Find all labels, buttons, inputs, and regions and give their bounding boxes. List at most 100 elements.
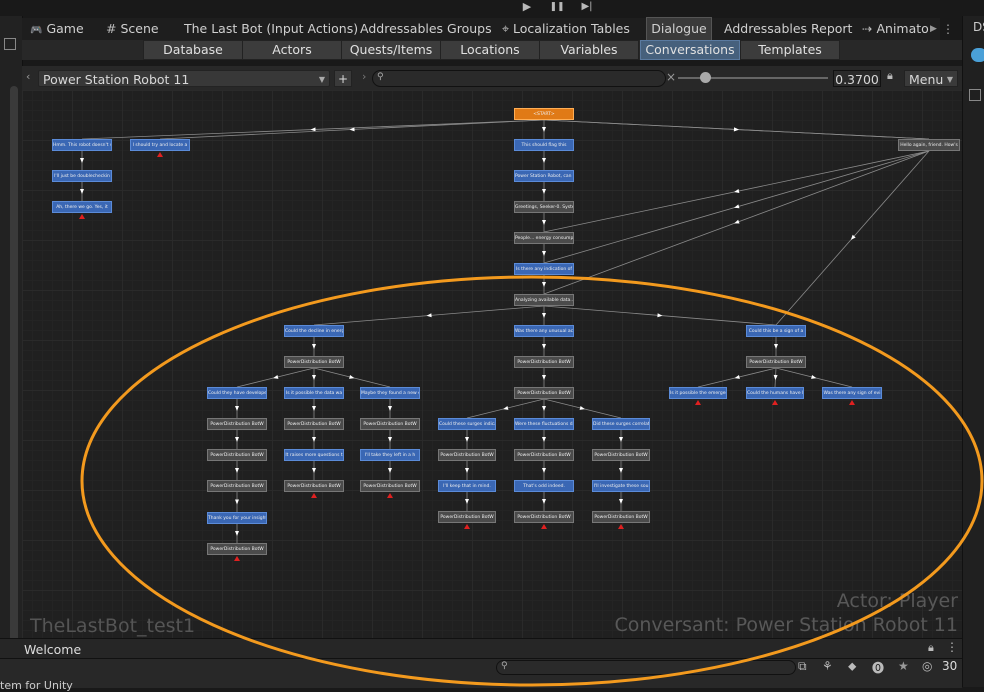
npc-dialogue-node[interactable]: PowerDistribution BotW xyxy=(592,449,650,461)
npc-dialogue-node[interactable]: PowerDistribution BotW xyxy=(207,480,267,492)
npc-dialogue-node[interactable]: PowerDistribution BotW xyxy=(514,387,574,399)
star-icon[interactable]: ★ xyxy=(898,659,909,673)
player-dialogue-node[interactable]: Is it possible the data wa xyxy=(284,387,344,399)
player-dialogue-node[interactable]: I should try and locate a xyxy=(130,139,190,151)
start-node[interactable]: <START> xyxy=(514,108,574,120)
player-dialogue-node[interactable]: Maybe they found a new ene xyxy=(360,387,420,399)
npc-dialogue-node[interactable]: PowerDistribution BotW xyxy=(360,418,420,430)
npc-dialogue-node[interactable]: PowerDistribution BotW xyxy=(438,511,496,523)
prev-conversation-arrow-icon[interactable]: ‹ xyxy=(26,70,30,83)
npc-dialogue-node[interactable]: PowerDistribution BotW xyxy=(592,511,650,523)
npc-dialogue-node[interactable]: PowerDistribution BotW xyxy=(207,449,267,461)
player-dialogue-node[interactable]: I'll take they left in a h xyxy=(360,449,420,461)
npc-dialogue-node[interactable]: Hello again, friend. How's xyxy=(898,139,960,151)
menu-dropdown[interactable]: Menu ▼ xyxy=(904,70,958,87)
next-conversation-arrow-icon[interactable]: › xyxy=(362,70,366,83)
chat-bubble-icon[interactable] xyxy=(971,48,984,62)
lock-icon[interactable]: 🔒︎ xyxy=(928,641,934,655)
player-dialogue-node[interactable]: Could the humans have left xyxy=(746,387,804,399)
pause-button[interactable]: ❚❚ xyxy=(546,0,568,14)
tab-scene[interactable]: # Scene xyxy=(106,18,176,40)
conversation-dropdown[interactable]: Power Station Robot 11 ▼ xyxy=(38,70,330,87)
npc-dialogue-node[interactable]: PowerDistribution BotW xyxy=(284,418,344,430)
player-dialogue-node[interactable]: It raises more questions t xyxy=(284,449,344,461)
tab-game[interactable]: 🎮 Game xyxy=(30,18,94,40)
player-dialogue-node[interactable]: Could this be a sign of a xyxy=(746,325,806,337)
player-dialogue-node[interactable]: I'll investigate these sou xyxy=(592,480,650,492)
clear-search-button[interactable]: × xyxy=(666,70,676,84)
subtab-actors[interactable]: Actors xyxy=(242,40,342,60)
tab-animator[interactable]: ⇢ Animato xyxy=(862,18,934,40)
npc-dialogue-node[interactable]: Greetings, Seeker-0. Syste xyxy=(514,201,574,213)
npc-dialogue-node[interactable]: Analyzing available data... xyxy=(514,294,574,306)
npc-dialogue-node[interactable]: PowerDistribution BotW xyxy=(514,511,574,523)
lock-icon[interactable]: 🔒︎ xyxy=(887,69,893,83)
conversant-watermark: Conversant: Power Station Robot 11 xyxy=(614,614,958,636)
npc-dialogue-node[interactable]: PowerDistribution BotW xyxy=(514,449,574,461)
npc-dialogue-node[interactable]: PowerDistribution BotW xyxy=(746,356,806,368)
hidden-eye-icon[interactable]: ◎ xyxy=(922,659,932,673)
player-dialogue-node[interactable]: Power Station Robot, can y xyxy=(514,170,574,182)
npc-dialogue-node[interactable]: PowerDistribution BotW xyxy=(284,356,344,368)
search-options-icon[interactable]: ⧉ xyxy=(798,659,807,674)
player-dialogue-node[interactable]: That's odd indeed. xyxy=(514,480,574,492)
zoom-slider-handle[interactable] xyxy=(700,72,711,83)
add-conversation-button[interactable]: + xyxy=(334,70,352,87)
zoom-value-field[interactable]: 0.3700 xyxy=(833,70,881,87)
npc-dialogue-node[interactable]: PowerDistribution BotW xyxy=(207,543,267,555)
tab-addressables-report[interactable]: Addressables Report xyxy=(724,18,852,40)
player-dialogue-node[interactable]: Could they have develope xyxy=(207,387,267,399)
npc-dialogue-node[interactable]: PowerDistribution BotW xyxy=(207,418,267,430)
npc-dialogue-node[interactable]: PowerDistribution BotW xyxy=(284,480,344,492)
npc-dialogue-node[interactable]: PowerDistribution BotW xyxy=(514,356,574,368)
search-input[interactable]: ⚲ xyxy=(372,70,666,87)
subtab-templates[interactable]: Templates xyxy=(740,40,840,60)
link-arrow-icon xyxy=(542,220,546,225)
tab-addressables-groups[interactable]: Addressables Groups xyxy=(360,18,492,40)
player-dialogue-node[interactable]: Thank you for your insight xyxy=(207,512,267,524)
player-dialogue-node[interactable]: Is it possible the emergen xyxy=(669,387,727,399)
player-dialogue-node[interactable]: Was there any sign of evi xyxy=(822,387,882,399)
player-dialogue-node[interactable]: Hmm. This robot doesn't s xyxy=(52,139,112,151)
player-dialogue-node[interactable]: This should flag this xyxy=(514,139,574,151)
npc-dialogue-node[interactable]: PowerDistribution BotW xyxy=(438,449,496,461)
subtab-locations[interactable]: Locations xyxy=(440,40,540,60)
player-dialogue-node[interactable]: Could the decline in energ xyxy=(284,325,344,337)
more-options-icon[interactable]: ⋮ xyxy=(942,22,958,36)
player-dialogue-node[interactable]: Ah, there we go. Yes, it xyxy=(52,201,112,213)
console-search-input[interactable]: ⚲ xyxy=(496,660,796,675)
player-dialogue-node[interactable]: I'll just be doublecheckin xyxy=(52,170,112,182)
step-button[interactable]: ▶| xyxy=(576,0,598,14)
link-arrow-icon xyxy=(235,406,239,411)
subtab-quests-items[interactable]: Quests/Items xyxy=(341,40,441,60)
link-arrow-icon xyxy=(542,158,546,163)
subtab-database[interactable]: Database xyxy=(143,40,243,60)
filter-icon[interactable]: ⚘ xyxy=(822,659,833,673)
tab-localization-tables[interactable]: ⌖ Localization Tables xyxy=(502,18,644,40)
link-arrow-icon xyxy=(312,468,316,473)
warning-icon[interactable]: ⓿ xyxy=(872,659,884,676)
player-dialogue-node[interactable]: Is there any indication of xyxy=(514,263,574,275)
subtab-variables[interactable]: Variables xyxy=(539,40,639,60)
panel-toggle-icon[interactable] xyxy=(969,89,981,101)
more-options-icon[interactable]: ⋮ xyxy=(946,640,958,654)
end-marker-icon xyxy=(849,400,855,405)
panel-icon[interactable] xyxy=(4,38,16,50)
npc-dialogue-node[interactable]: People... energy consumpti xyxy=(514,232,574,244)
tag-icon[interactable]: ⬥ xyxy=(848,659,856,674)
tab-input-actions[interactable]: The Last Bot (Input Actions) xyxy=(184,18,358,40)
play-button[interactable]: ▶ xyxy=(516,0,538,14)
search-icon: ⚲ xyxy=(501,661,508,671)
player-dialogue-node[interactable]: Could these surges indicat xyxy=(438,418,496,430)
tab-dialogue[interactable]: Dialogue xyxy=(646,17,712,40)
left-scrollbar[interactable] xyxy=(10,86,18,646)
player-dialogue-node[interactable]: Were these fluctuations da xyxy=(514,418,574,430)
player-dialogue-node[interactable]: I'll keep that in mind. xyxy=(438,480,496,492)
subtab-conversations[interactable]: Conversations xyxy=(640,40,740,60)
node-graph-canvas[interactable]: <START> Hmm. This robot doesn't s I should… xyxy=(22,90,962,638)
database-section-bar: Database Actors Quests/Items Locations V… xyxy=(22,40,962,60)
player-dialogue-node[interactable]: Was there any unusual acti xyxy=(514,325,574,337)
tab-overflow-arrow-icon[interactable]: ▶ xyxy=(930,18,940,40)
npc-dialogue-node[interactable]: PowerDistribution BotW xyxy=(360,480,420,492)
player-dialogue-node[interactable]: Did these surges correlate xyxy=(592,418,650,430)
